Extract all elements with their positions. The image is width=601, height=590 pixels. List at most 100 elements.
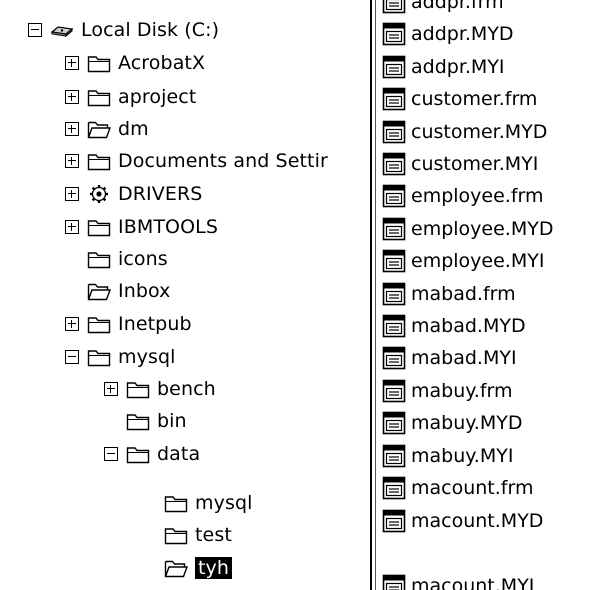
tree-node-acrobatx[interactable]: AcrobatX — [65, 46, 205, 80]
file-name: mabad.frm — [411, 283, 516, 305]
tree-node-mysql[interactable]: mysql — [65, 340, 176, 374]
expand-icon[interactable] — [65, 154, 79, 168]
file-list-pane[interactable]: addpr.frm addpr.MYD addpr.MYI customer.f… — [380, 0, 601, 590]
db-file-icon — [382, 411, 406, 435]
file-item[interactable]: mabuy.frm — [382, 375, 513, 407]
tree-node-label: mysql — [195, 492, 253, 514]
file-name: mabuy.MYI — [411, 445, 514, 467]
tree-node-label: data — [157, 443, 201, 465]
file-item[interactable]: addpr.MYI — [382, 51, 505, 83]
file-item[interactable]: mabad.MYD — [382, 310, 526, 342]
db-file-icon — [382, 152, 406, 176]
folder-open-icon — [87, 121, 111, 139]
db-file-icon — [382, 55, 406, 79]
collapse-icon[interactable] — [65, 350, 79, 364]
file-item[interactable]: mabad.frm — [382, 278, 516, 310]
drive-icon — [50, 26, 74, 38]
tree-node-label: AcrobatX — [118, 52, 206, 74]
folder-icon — [87, 90, 111, 107]
tree-node-data[interactable]: data — [104, 437, 200, 471]
folder-icon — [126, 414, 150, 431]
tree-node-local-disk[interactable]: Local Disk (C:) — [28, 13, 219, 47]
tree-node-label: Local Disk (C:) — [81, 19, 220, 41]
file-item[interactable]: employee.MYI — [382, 245, 544, 277]
folder-icon — [87, 154, 111, 171]
tree-node-bin[interactable]: bin — [104, 404, 187, 438]
file-name: mabad.MYI — [411, 347, 517, 369]
db-file-icon — [382, 0, 406, 14]
folder-icon — [164, 496, 188, 513]
file-name: employee.MYI — [411, 250, 545, 272]
file-item[interactable]: macount.frm — [382, 472, 533, 504]
tree-node-label: DRIVERS — [118, 183, 203, 205]
tree-node-dm[interactable]: dm — [65, 112, 149, 146]
db-file-icon — [382, 249, 406, 273]
tree-node-label: Inbox — [118, 280, 171, 302]
folder-icon — [87, 317, 111, 334]
tree-node-label: icons — [118, 248, 168, 270]
db-file-icon — [382, 444, 406, 468]
file-item[interactable]: addpr.MYD — [382, 18, 514, 50]
file-item[interactable]: customer.MYD — [382, 116, 547, 148]
file-item[interactable]: macount.MYI — [382, 570, 534, 590]
db-file-icon — [382, 120, 406, 144]
file-name: mabad.MYD — [411, 315, 526, 337]
collapse-icon[interactable] — [104, 447, 118, 461]
db-file-icon — [382, 574, 406, 590]
file-name: macount.frm — [411, 477, 534, 499]
tree-node-label: mysql — [118, 346, 176, 368]
folder-icon — [87, 56, 111, 73]
db-file-icon — [382, 509, 406, 533]
file-item[interactable]: customer.MYI — [382, 148, 538, 180]
file-name: customer.MYD — [411, 121, 548, 143]
db-file-icon — [382, 217, 406, 241]
tree-node-bench[interactable]: bench — [104, 372, 216, 406]
file-item[interactable]: addpr.frm — [382, 0, 504, 18]
file-name: addpr.frm — [411, 0, 504, 13]
tree-node-tyh[interactable]: tyh — [142, 551, 233, 585]
tree-node-label-selected: tyh — [195, 557, 233, 579]
file-name: addpr.MYI — [411, 56, 505, 78]
tree-node-inbox[interactable]: Inbox — [65, 274, 171, 308]
expand-icon[interactable] — [65, 317, 79, 331]
tree-node-icons[interactable]: icons — [65, 242, 168, 276]
tree-node-ibmtools[interactable]: IBMTOOLS — [65, 210, 218, 244]
tree-node-label: Inetpub — [118, 313, 192, 335]
expand-icon[interactable] — [65, 56, 79, 70]
expand-icon[interactable] — [65, 90, 79, 104]
pane-splitter[interactable] — [370, 0, 376, 590]
file-name: customer.MYI — [411, 153, 539, 175]
tree-node-drivers[interactable]: DRIVERS — [65, 177, 202, 211]
file-item[interactable]: mabad.MYI — [382, 342, 517, 374]
tree-node-mysql-db[interactable]: mysql — [142, 486, 253, 520]
db-file-icon — [382, 87, 406, 111]
expand-icon[interactable] — [65, 220, 79, 234]
tree-node-aproject[interactable]: aproject — [65, 80, 196, 114]
tree-node-documents-and-settings[interactable]: Documents and Settir — [65, 144, 328, 178]
tree-node-test[interactable]: test — [142, 518, 232, 552]
db-file-icon — [382, 184, 406, 208]
file-name: addpr.MYD — [411, 23, 514, 45]
tree-node-inetpub[interactable]: Inetpub — [65, 307, 192, 341]
folder-icon — [164, 528, 188, 545]
expand-icon[interactable] — [65, 187, 79, 201]
file-item[interactable]: employee.MYD — [382, 213, 553, 245]
file-item[interactable]: macount.MYD — [382, 505, 543, 537]
collapse-icon[interactable] — [28, 23, 42, 37]
file-name: mabuy.frm — [411, 380, 513, 402]
db-file-icon — [382, 22, 406, 46]
file-item[interactable]: mabuy.MYI — [382, 440, 513, 472]
folder-tree-pane[interactable]: Local Disk (C:) AcrobatX aproject dm Doc… — [0, 0, 370, 590]
file-item[interactable]: customer.frm — [382, 83, 537, 115]
tree-node-label: Documents and Settir — [118, 150, 328, 172]
db-file-icon — [382, 476, 406, 500]
tree-node-label: dm — [118, 118, 149, 140]
file-item[interactable]: mabuy.MYD — [382, 407, 522, 439]
expand-icon[interactable] — [104, 382, 118, 396]
file-name: macount.MYD — [411, 510, 544, 532]
tree-node-label: bench — [157, 378, 216, 400]
file-name: employee.frm — [411, 185, 544, 207]
expand-icon[interactable] — [65, 122, 79, 136]
folder-icon — [126, 447, 150, 464]
file-item[interactable]: employee.frm — [382, 180, 544, 212]
